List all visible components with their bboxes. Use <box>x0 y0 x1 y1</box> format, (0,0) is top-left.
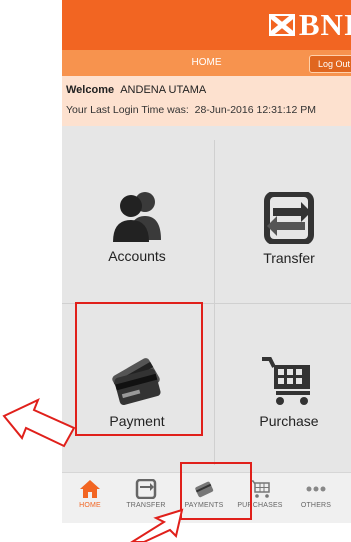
menu-tile-transfer[interactable]: Transfer <box>234 192 344 266</box>
transfer-label: Transfer <box>263 250 315 266</box>
cart-icon <box>250 480 270 498</box>
more-icon <box>306 486 326 492</box>
annotation-arrow-bottom <box>130 508 184 542</box>
tab-others[interactable]: OTHERS <box>290 473 342 523</box>
purchase-label: Purchase <box>259 413 319 429</box>
last-login-label: Your Last Login Time was: <box>66 104 189 116</box>
transfer-icon <box>135 479 157 499</box>
highlight-box-payments-tab <box>180 462 252 520</box>
welcome-line: Welcome ANDENA UTAMA <box>66 84 206 96</box>
app-header: BNI <box>62 0 351 50</box>
logout-button[interactable]: Log Out <box>308 55 351 73</box>
logo-text: BNI <box>298 7 351 42</box>
menu-tile-purchase[interactable]: Purchase <box>234 355 344 429</box>
transfer-icon <box>264 192 314 244</box>
menu-tile-accounts[interactable]: Accounts <box>82 190 192 264</box>
tab-home[interactable]: HOME <box>64 473 116 523</box>
last-login-line: Your Last Login Time was: 28-Jun-2016 12… <box>66 104 316 116</box>
bni-mobile-app: BNI HOME Log Out Welcome ANDENA UTAMA Yo… <box>62 0 351 523</box>
home-icon <box>80 480 100 498</box>
bni-logo: BNI <box>268 7 351 42</box>
user-name: ANDENA UTAMA <box>120 84 207 96</box>
accounts-label: Accounts <box>108 248 166 264</box>
accounts-icon <box>113 192 161 242</box>
highlight-box-payment-tile <box>75 302 203 436</box>
last-login-time: 28-Jun-2016 12:31:12 PM <box>194 104 317 116</box>
cart-icon <box>262 357 310 405</box>
annotation-arrow-left <box>2 398 76 448</box>
tab-home-label: HOME <box>79 502 101 509</box>
nav-bar: HOME Log Out <box>62 50 351 76</box>
page-title: HOME <box>191 57 222 68</box>
welcome-panel: Welcome ANDENA UTAMA Your Last Login Tim… <box>62 76 351 126</box>
bni-logo-icon <box>268 14 295 36</box>
welcome-greeting: Welcome <box>66 84 115 96</box>
tab-others-label: OTHERS <box>300 502 332 509</box>
